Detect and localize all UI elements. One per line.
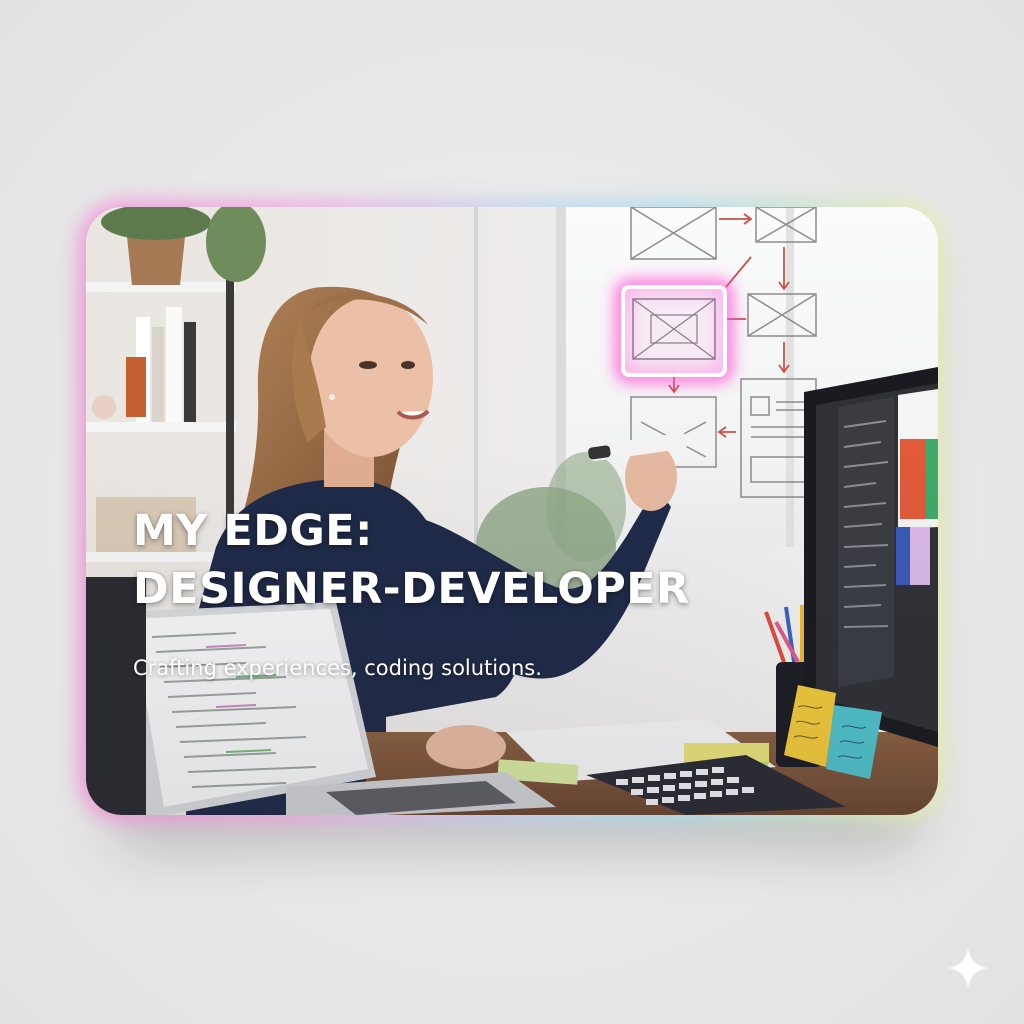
card-subtitle: Crafting experiences, coding solutions.	[133, 656, 542, 680]
hero-card: MY EDGE: DESIGNER-DEVELOPER Crafting exp…	[86, 207, 938, 815]
card-headline: MY EDGE: DESIGNER-DEVELOPER	[133, 502, 690, 618]
sparkle-icon	[948, 948, 988, 988]
headline-line-1: MY EDGE:	[133, 506, 373, 556]
headline-line-2: DESIGNER-DEVELOPER	[133, 564, 690, 614]
page-background: MY EDGE: DESIGNER-DEVELOPER Crafting exp…	[0, 0, 1024, 1024]
